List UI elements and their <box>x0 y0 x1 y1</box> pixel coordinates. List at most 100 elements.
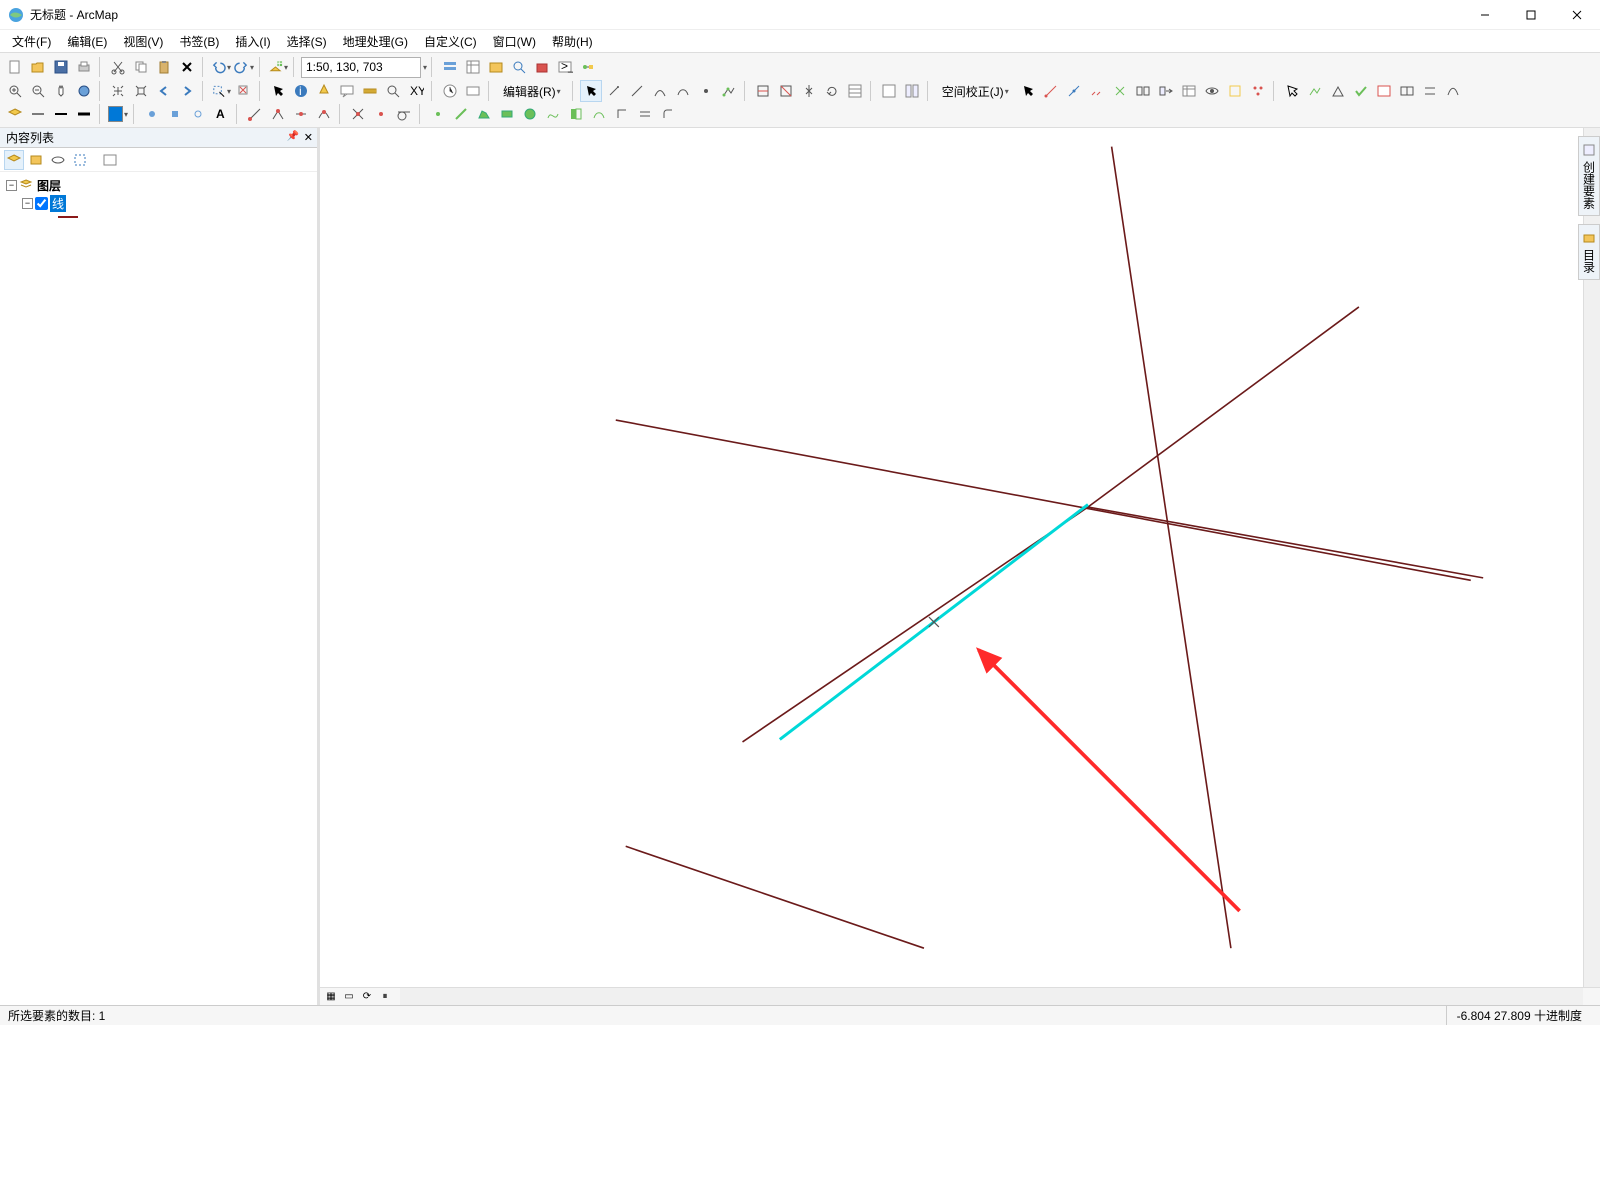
window-minimize-button[interactable] <box>1462 0 1508 30</box>
toc-root-row[interactable]: − 图层 <box>6 176 311 194</box>
point-button[interactable] <box>695 80 717 102</box>
toc-close-icon[interactable]: ✕ <box>304 131 313 144</box>
map-view[interactable]: ▦ ▭ ⟳ ⏸ <box>320 128 1600 1005</box>
catalog-window-button[interactable] <box>485 56 507 78</box>
select-features-button[interactable]: ▾ <box>210 80 232 102</box>
fillet-button[interactable] <box>657 103 679 125</box>
toc-list-by-source[interactable] <box>26 150 46 170</box>
map-canvas[interactable] <box>320 128 1600 1197</box>
menu-insert[interactable]: 插入(I) <box>227 31 278 52</box>
rotate-button[interactable] <box>821 80 843 102</box>
marker-tool-3[interactable] <box>187 103 209 125</box>
fill-color-button[interactable]: ▾ <box>107 103 129 125</box>
select-adj-button[interactable] <box>1017 80 1039 102</box>
marker-tool-1[interactable] <box>141 103 163 125</box>
go-to-xy-button[interactable]: XY <box>405 80 427 102</box>
fixed-zoom-out-button[interactable] <box>130 80 152 102</box>
layer-combo-icon[interactable] <box>4 103 26 125</box>
menu-windows[interactable]: 窗口(W) <box>485 31 544 52</box>
prev-extent-button[interactable] <box>153 80 175 102</box>
view-link-table-button[interactable] <box>1178 80 1200 102</box>
toc-layer-checkbox[interactable] <box>35 197 48 210</box>
zoom-in-button[interactable] <box>4 80 26 102</box>
topology-select-button[interactable] <box>1281 80 1303 102</box>
edit-tool-button[interactable] <box>580 80 602 102</box>
time-slider-button[interactable] <box>439 80 461 102</box>
pause-drawing-button[interactable]: ⏸ <box>378 990 392 1004</box>
snap-endpoint-button[interactable] <box>244 103 266 125</box>
construct-point-button[interactable] <box>427 103 449 125</box>
auto-complete-poly-button[interactable] <box>565 103 587 125</box>
editor-toolbar-button[interactable] <box>439 56 461 78</box>
html-popup-button[interactable] <box>336 80 358 102</box>
layout-view-button[interactable]: ▭ <box>342 990 356 1004</box>
cut-button[interactable] <box>107 56 129 78</box>
arc-segment-button[interactable] <box>649 80 671 102</box>
toc-root-toggle[interactable]: − <box>6 180 17 191</box>
snap-edge-button[interactable] <box>313 103 335 125</box>
menu-selection[interactable]: 选择(S) <box>279 31 335 52</box>
model-builder-button[interactable] <box>577 56 599 78</box>
construct-poly-button[interactable] <box>473 103 495 125</box>
text-tool[interactable]: A <box>210 103 232 125</box>
trace-button[interactable] <box>672 80 694 102</box>
editor-menu[interactable]: 编辑器(R)▾ <box>496 80 568 102</box>
menu-file[interactable]: 文件(F) <box>4 31 59 52</box>
fixed-zoom-in-button[interactable] <box>107 80 129 102</box>
menu-view[interactable]: 视图(V) <box>115 31 171 52</box>
clear-selection-button[interactable] <box>233 80 255 102</box>
full-extent-button[interactable] <box>73 80 95 102</box>
open-button[interactable] <box>27 56 49 78</box>
add-data-button[interactable]: ▾ <box>267 56 289 78</box>
split-button[interactable] <box>798 80 820 102</box>
save-button[interactable] <box>50 56 72 78</box>
new-displacement-link-button[interactable] <box>1040 80 1062 102</box>
identity-link-button[interactable] <box>1109 80 1131 102</box>
snap-point-button[interactable] <box>370 103 392 125</box>
align-edge-button[interactable] <box>1419 80 1441 102</box>
validate-topology-button[interactable] <box>1327 80 1349 102</box>
sketch-props-button[interactable] <box>878 80 900 102</box>
toc-layer-label[interactable]: 线 <box>50 195 66 212</box>
line-width-thin-button[interactable] <box>27 103 49 125</box>
find-button[interactable] <box>382 80 404 102</box>
snap-midpoint-button[interactable] <box>290 103 312 125</box>
paste-button[interactable] <box>153 56 175 78</box>
adj-preview-button[interactable] <box>1201 80 1223 102</box>
delete-button[interactable] <box>176 56 198 78</box>
edge-match-button[interactable] <box>1132 80 1154 102</box>
attributes-button[interactable] <box>844 80 866 102</box>
multi-displacement-button[interactable] <box>1086 80 1108 102</box>
control-points-button[interactable] <box>1247 80 1269 102</box>
right-angle-button[interactable] <box>611 103 633 125</box>
toc-layer-toggle[interactable]: − <box>22 198 33 209</box>
search-window-button[interactable] <box>508 56 530 78</box>
copy-button[interactable] <box>130 56 152 78</box>
marker-tool-2[interactable] <box>164 103 186 125</box>
window-maximize-button[interactable] <box>1508 0 1554 30</box>
toc-options[interactable] <box>100 150 120 170</box>
construct-circle-button[interactable] <box>519 103 541 125</box>
map-scale-combo[interactable] <box>301 57 421 78</box>
menu-customize[interactable]: 自定义(C) <box>416 31 485 52</box>
menu-bookmarks[interactable]: 书签(B) <box>171 31 227 52</box>
side-tab-create-features[interactable]: 创建要素 <box>1578 136 1600 216</box>
arc-toolbox-button[interactable] <box>531 56 553 78</box>
print-button[interactable] <box>73 56 95 78</box>
redo-button[interactable]: ▾ <box>233 56 255 78</box>
spatial-adjustment-menu[interactable]: 空间校正(J)▾ <box>935 80 1016 102</box>
create-features-button[interactable] <box>901 80 923 102</box>
undo-button[interactable]: ▾ <box>210 56 232 78</box>
data-view-button[interactable]: ▦ <box>324 990 338 1004</box>
new-doc-button[interactable] <box>4 56 26 78</box>
snap-tangent-button[interactable] <box>393 103 415 125</box>
topology-edit-button[interactable] <box>1304 80 1326 102</box>
attr-transfer-button[interactable] <box>1155 80 1177 102</box>
line-width-med-button[interactable] <box>50 103 72 125</box>
map-horizontal-scrollbar[interactable] <box>400 988 1583 1005</box>
toc-root-label[interactable]: 图层 <box>35 177 63 194</box>
line-width-thick-button[interactable] <box>73 103 95 125</box>
fix-topology-button[interactable] <box>1350 80 1372 102</box>
construct-line-button[interactable] <box>450 103 472 125</box>
trace-construct-button[interactable] <box>588 103 610 125</box>
